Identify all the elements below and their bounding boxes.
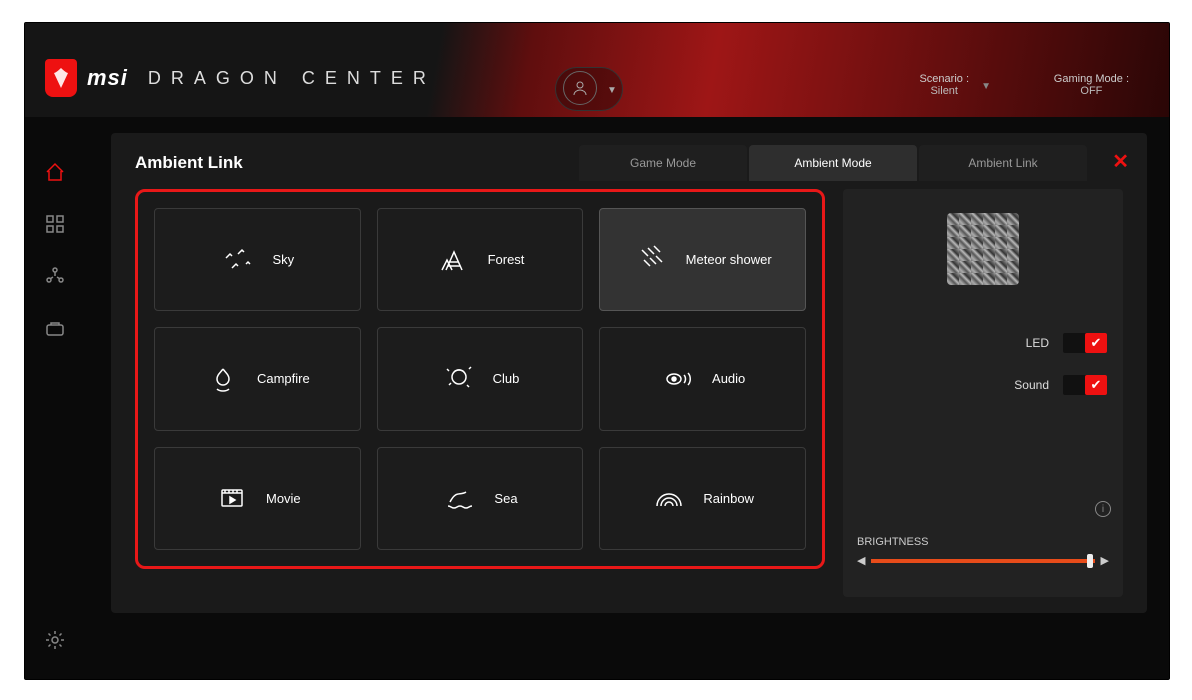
mode-movie[interactable]: Movie <box>154 447 361 550</box>
brightness-label: BRIGHTNESS <box>857 536 1109 548</box>
mode-forest[interactable]: Forest <box>377 208 584 311</box>
mode-label: Movie <box>266 491 301 506</box>
led-label: LED <box>1026 336 1049 350</box>
chevron-down-icon: ▼ <box>607 85 617 96</box>
scenario-label: Scenario : <box>919 73 969 85</box>
mode-meteor-shower[interactable]: Meteor shower <box>599 208 806 311</box>
mode-label: Rainbow <box>703 491 754 506</box>
close-panel-button[interactable]: ✕ <box>1112 149 1129 174</box>
mode-label: Forest <box>488 252 525 267</box>
brightness-increase[interactable]: ▶ <box>1101 554 1109 567</box>
campfire-icon <box>205 361 241 397</box>
scenario-selector[interactable]: Scenario : Silent ▼ <box>919 73 969 97</box>
sidebar <box>25 143 85 679</box>
rainbow-icon <box>651 480 687 516</box>
mode-sea[interactable]: Sea <box>377 447 584 550</box>
meteor-icon <box>634 242 670 278</box>
mode-label: Sea <box>494 491 517 506</box>
nav-apps[interactable] <box>44 213 66 235</box>
tab-ambient-mode[interactable]: Ambient Mode <box>749 145 917 181</box>
forest-icon <box>436 242 472 278</box>
sky-icon <box>220 242 256 278</box>
nav-tools[interactable] <box>44 317 66 339</box>
mode-label: Club <box>493 371 520 386</box>
panel-content: Sky Forest Meteor shower Campfire Club <box>135 189 1123 597</box>
sound-toggle[interactable]: ✔ <box>1063 375 1107 395</box>
chevron-down-icon: ▼ <box>981 81 991 92</box>
mode-campfire[interactable]: Campfire <box>154 327 361 430</box>
mode-label: Campfire <box>257 371 310 386</box>
sea-icon <box>442 480 478 516</box>
scenario-value: Silent <box>930 85 958 97</box>
info-icon[interactable]: i <box>1095 501 1111 517</box>
product-name: DRAGON CENTER <box>148 68 436 89</box>
brand-name: msi <box>87 65 128 91</box>
ambient-side-panel: LED ✔ Sound ✔ i BRIGHTNESS ◀ ▶ <box>843 189 1123 597</box>
mode-label: Audio <box>712 371 745 386</box>
nav-network[interactable] <box>44 265 66 287</box>
nav-settings[interactable] <box>44 629 66 651</box>
mode-club[interactable]: Club <box>377 327 584 430</box>
ambient-panel: Ambient Link ✕ Game Mode Ambient Mode Am… <box>111 133 1147 613</box>
color-preview[interactable] <box>947 213 1019 285</box>
sound-label: Sound <box>1014 378 1049 392</box>
avatar-icon <box>563 71 597 105</box>
brand: msi DRAGON CENTER <box>45 59 436 97</box>
ambient-mode-grid: Sky Forest Meteor shower Campfire Club <box>135 189 825 569</box>
msi-shield-icon <box>45 59 77 97</box>
audio-icon <box>660 361 696 397</box>
club-icon <box>441 361 477 397</box>
nav-home[interactable] <box>44 161 66 183</box>
mode-tabs: Game Mode Ambient Mode Ambient Link <box>579 145 1087 181</box>
gaming-mode-value: OFF <box>1080 85 1102 97</box>
tab-ambient-link[interactable]: Ambient Link <box>919 145 1087 181</box>
brightness-control: BRIGHTNESS ◀ ▶ <box>857 536 1109 567</box>
brightness-slider[interactable] <box>871 559 1094 563</box>
movie-icon <box>214 480 250 516</box>
mode-rainbow[interactable]: Rainbow <box>599 447 806 550</box>
led-toggle-row: LED ✔ <box>859 333 1107 353</box>
mode-audio[interactable]: Audio <box>599 327 806 430</box>
gaming-mode-label: Gaming Mode : <box>1054 73 1129 85</box>
mode-label: Meteor shower <box>686 252 772 267</box>
gaming-mode-status[interactable]: Gaming Mode : OFF <box>1054 73 1129 97</box>
mode-label: Sky <box>272 252 294 267</box>
led-toggle[interactable]: ✔ <box>1063 333 1107 353</box>
app-window: — ✕ msi DRAGON CENTER ▼ Scenario : Silen… <box>24 22 1170 680</box>
brightness-decrease[interactable]: ◀ <box>857 554 865 567</box>
mode-sky[interactable]: Sky <box>154 208 361 311</box>
sound-toggle-row: Sound ✔ <box>859 375 1107 395</box>
tab-game-mode[interactable]: Game Mode <box>579 145 747 181</box>
header: msi DRAGON CENTER ▼ Scenario : Silent ▼ … <box>25 23 1169 117</box>
